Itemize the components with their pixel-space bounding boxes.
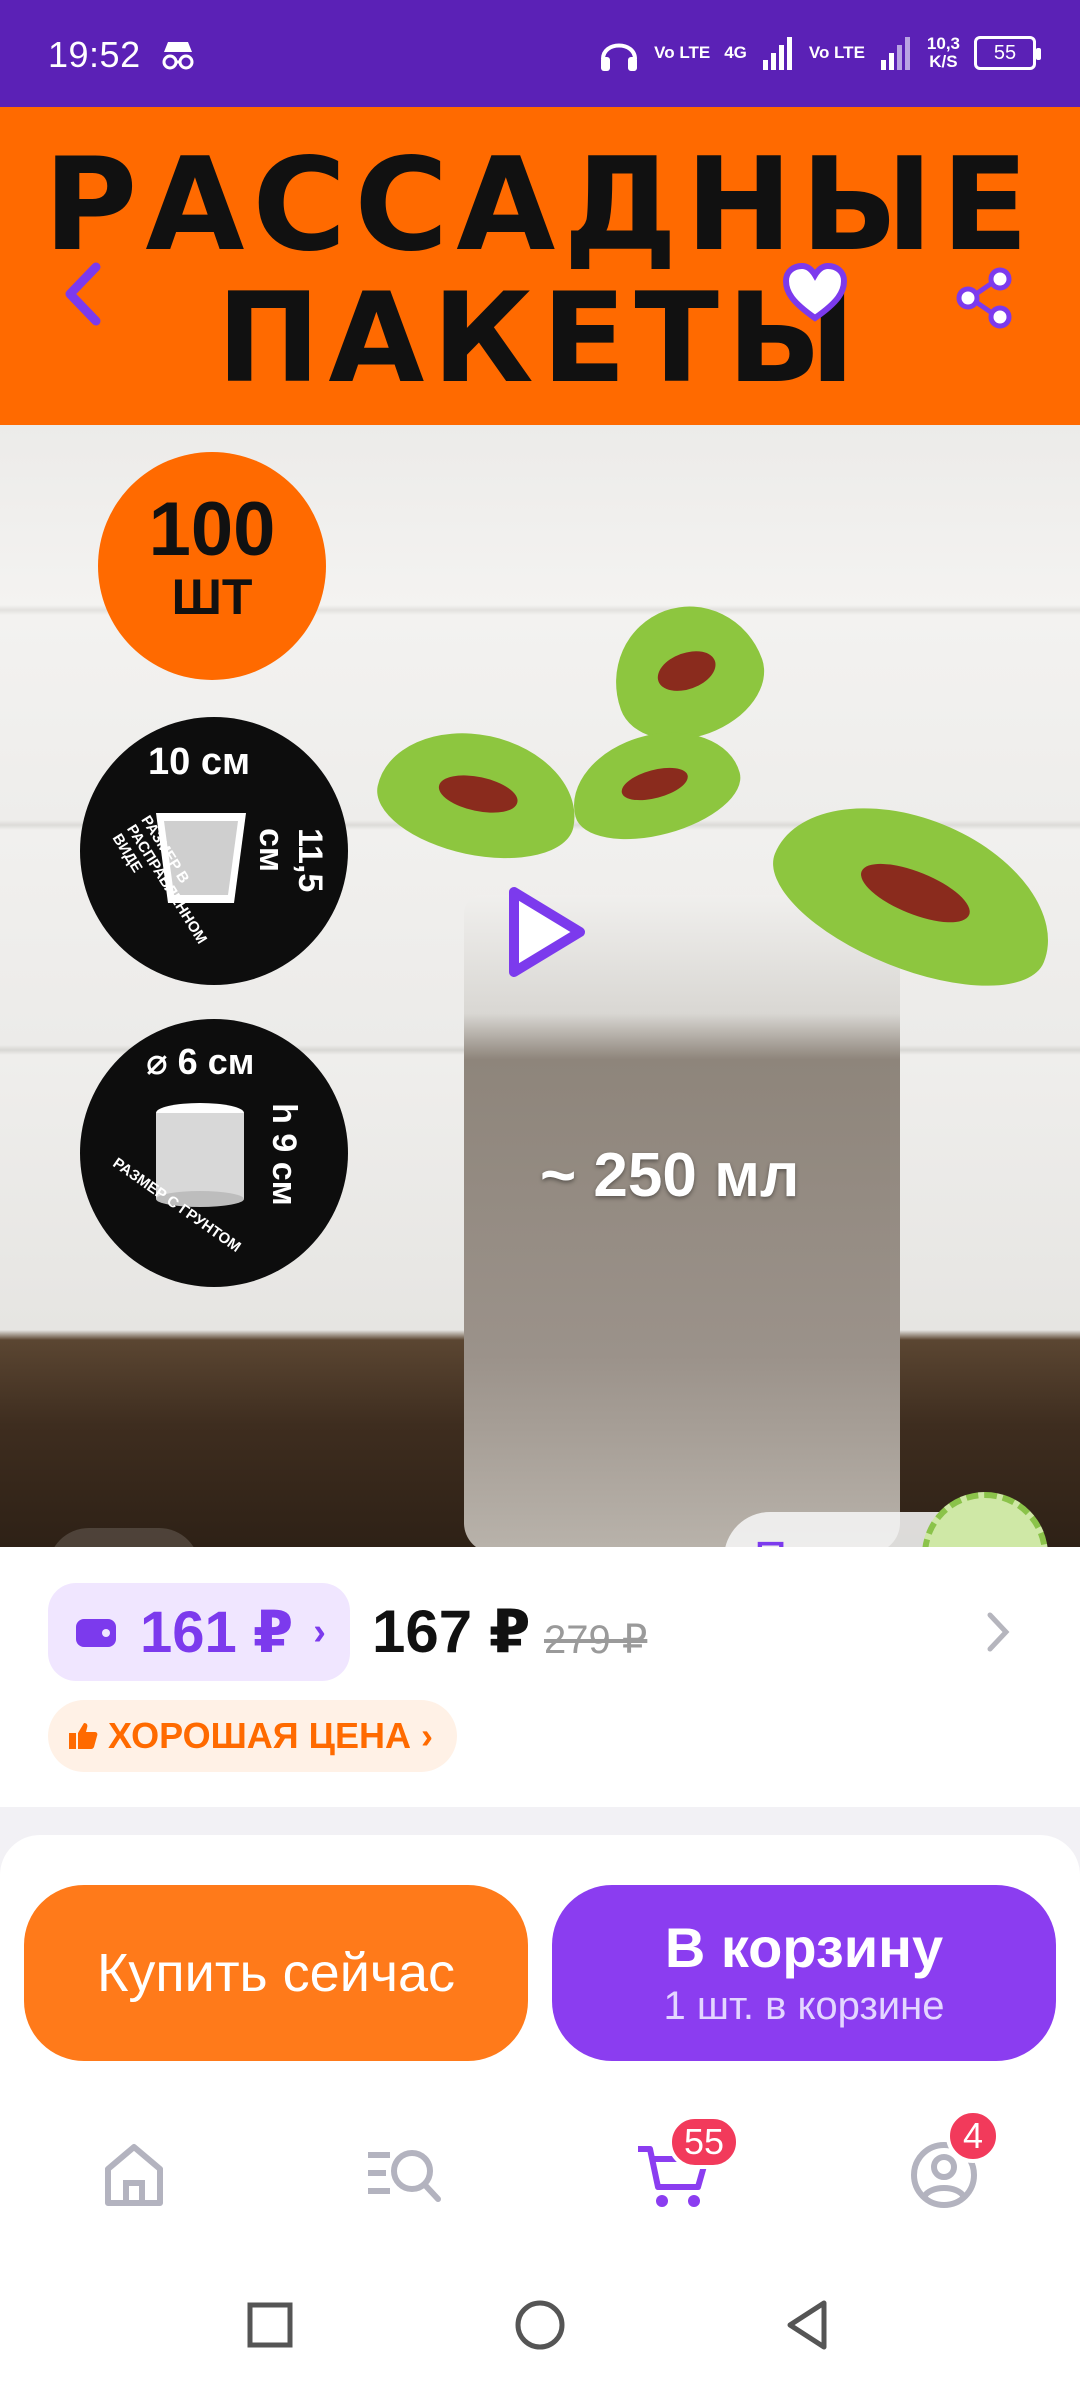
- price-details-chevron-icon[interactable]: [982, 1607, 1012, 1657]
- speed-value: 10,3: [926, 34, 960, 53]
- catalog-search-icon[interactable]: [364, 2135, 444, 2215]
- product-gallery[interactable]: РАССАДНЫЕ ПАКЕТЫ 100 ШТ 10 см 11,5 см РА…: [0, 107, 1080, 1547]
- cart-count: 55: [684, 2121, 725, 2162]
- profile-notification-badge: 4: [946, 2109, 1000, 2163]
- product-banner: РАССАДНЫЕ ПАКЕТЫ: [0, 107, 1080, 425]
- banner-title-line1: РАССАДНЫЕ: [43, 131, 1037, 280]
- add-to-cart-label: В корзину: [664, 1916, 944, 1979]
- back-triangle-icon[interactable]: [778, 2295, 838, 2355]
- profile-notification-count: 4: [962, 2115, 984, 2156]
- battery-level: 55: [993, 41, 1017, 64]
- filled-size-badge: ⌀ 6 см h 9 см РАЗМЕР С ГРУНТОМ: [80, 1019, 348, 1287]
- bottom-navigation: 55 4: [0, 2095, 1080, 2275]
- good-price-badge[interactable]: ХОРОШАЯ ЦЕНА ›: [48, 1700, 457, 1772]
- incognito-icon: [162, 42, 194, 70]
- chevron-right-icon: ›: [313, 1610, 326, 1653]
- network-4g-label: 4G: [724, 43, 747, 62]
- unfolded-size-badge: 10 см 11,5 см РАЗМЕР В РАСПРАВЛЕННОМ ВИД…: [80, 717, 348, 985]
- back-arrow-icon[interactable]: [56, 259, 112, 329]
- status-icons: Vo LTE 4G Vo LTE 10,3 K/S 55: [598, 28, 1041, 78]
- status-time: 19:52: [48, 34, 141, 75]
- cart-count-badge: 55: [668, 2115, 741, 2169]
- heart-icon[interactable]: [782, 262, 848, 324]
- network-speed: 10,3 K/S: [927, 35, 960, 71]
- share-icon[interactable]: [954, 267, 1014, 329]
- signal-icon-2: [880, 37, 910, 70]
- buy-now-button[interactable]: Купить сейчас: [24, 1885, 528, 2061]
- good-price-label: ХОРОШАЯ ЦЕНА: [108, 1715, 411, 1756]
- wallet-icon: [76, 1619, 116, 1647]
- in-cart-count: 1 шт. в корзине: [663, 1984, 945, 2028]
- quantity-unit: ШТ: [171, 569, 253, 625]
- system-navigation-bar: [0, 2275, 1080, 2400]
- wallet-price: 161 ₽: [140, 1600, 294, 1665]
- old-price: 279 ₽: [544, 1618, 648, 1662]
- buy-now-label: Купить сейчас: [96, 1943, 456, 2003]
- similar-label: Похожие: [754, 1531, 942, 1547]
- battery-icon: 55: [974, 36, 1041, 70]
- volte-label-2: Vo LTE: [808, 43, 865, 62]
- home-circle-icon[interactable]: [510, 2295, 570, 2355]
- banner-title-line2: ПАКЕТЫ: [216, 267, 864, 411]
- unfolded-height: 11,5 см: [252, 828, 329, 893]
- chevron-right-icon: ›: [420, 1715, 433, 1756]
- speed-unit: K/S: [929, 52, 958, 71]
- recents-square-icon[interactable]: [240, 2295, 300, 2355]
- filled-height: h 9 см: [264, 1103, 303, 1206]
- thumbs-up-icon: [69, 1723, 98, 1749]
- quantity-badge: 100 ШТ: [98, 452, 326, 680]
- volte-label-1: Vo LTE: [654, 43, 711, 62]
- quantity-number: 100: [148, 487, 276, 572]
- add-to-cart-button[interactable]: В корзину 1 шт. в корзине: [552, 1885, 1056, 2061]
- purchase-action-bar: Купить сейчас В корзину 1 шт. в корзине: [0, 1835, 1080, 2095]
- home-icon[interactable]: [94, 2135, 174, 2215]
- headphones-icon: [601, 43, 638, 71]
- status-bar: 19:52 Vo LTE 4G Vo LTE 10,3 K/S 55: [0, 0, 1080, 107]
- filled-diameter: ⌀ 6 см: [146, 1041, 255, 1082]
- current-price: 167 ₽: [372, 1598, 531, 1665]
- wallet-price-pill[interactable]: 161 ₽ ›: [48, 1583, 350, 1681]
- seedling-bag: [464, 895, 900, 1547]
- signal-icon-1: [762, 37, 792, 70]
- volume-label: ~ 250 мл: [540, 1141, 800, 1210]
- unfolded-width: 10 см: [148, 741, 251, 783]
- price-card[interactable]: 161 ₽ › 167 ₽ 279 ₽ ХОРОШАЯ ЦЕНА ›: [0, 1547, 1080, 1807]
- play-video-icon[interactable]: [500, 882, 590, 982]
